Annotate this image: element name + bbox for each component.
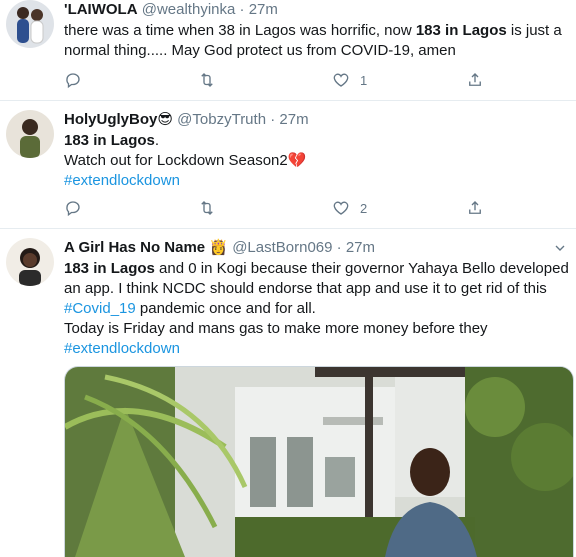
avatar[interactable] [6,0,54,48]
like-button[interactable]: 1 [332,68,367,92]
tweet-text-line: Today is Friday and mans gas to make mor… [64,320,488,337]
tweet-text-bold: 183 in Lagos [415,22,507,39]
separator: · [336,239,342,256]
share-button[interactable] [466,68,484,92]
tweet-text: there was a time when 38 in Lagos was ho… [64,21,570,61]
hashtag-link[interactable]: #extendlockdown [64,339,570,359]
like-icon [333,201,349,215]
tweet-text-part: . [154,132,160,149]
handle[interactable]: @TobzyTruth [177,111,266,128]
tweet-text: 183 in Lagos. Watch out for Lockdown Sea… [64,131,570,191]
retweet-icon [201,201,213,215]
reply-icon [66,73,80,89]
tweet-text-line: an app. I think NCDC should endorse that… [64,280,547,297]
display-name[interactable]: A Girl Has No Name [64,239,205,256]
tweet-text-part: pandemic once and for all. [135,300,316,317]
display-name[interactable]: 'LAIWOLA [64,1,138,18]
reply-button[interactable] [64,68,82,92]
retweet-button[interactable] [198,196,216,220]
like-button[interactable]: 2 [332,196,367,220]
handle[interactable]: @wealthyinka [142,1,236,18]
name-emoji: 👸 [209,239,229,256]
like-icon [333,73,349,87]
tweet-text-line: normal thing..... May God protect us fro… [64,42,456,59]
tweet-2[interactable]: HolyUglyBoy😎 @TobzyTruth · 27m 183 in La… [0,100,576,229]
hashtag-link[interactable]: #Covid_19 [64,300,136,317]
tweet-text-bold: 183 in Lagos [64,132,155,149]
reply-icon [66,201,80,217]
separator: · [239,1,245,18]
tweet-header: 'LAIWOLA @wealthyinka · 27m [64,0,278,20]
tweet-header: HolyUglyBoy😎 @TobzyTruth · 27m [64,110,309,130]
hashtag-link[interactable]: #extendlockdown [64,171,570,191]
tweet-text-part: is just a [506,22,562,39]
share-icon [469,73,481,86]
tweet-text-bold: 183 in Lagos [64,260,155,277]
reply-button[interactable] [64,196,82,220]
tweet-media-image[interactable] [64,366,574,557]
chevron-down-icon[interactable] [552,240,568,256]
avatar[interactable] [6,238,54,286]
display-name[interactable]: HolyUglyBoy [64,111,157,128]
like-count: 2 [360,200,368,216]
share-icon [469,201,481,214]
name-emoji: 😎 [157,111,173,128]
timestamp[interactable]: 27m [346,239,375,256]
timestamp[interactable]: 27m [249,1,278,18]
timestamp[interactable]: 27m [279,111,308,128]
tweet-text-part: there was a time when 38 in Lagos was ho… [64,22,416,39]
tweet-header: A Girl Has No Name 👸 @LastBorn069 · 27m [64,238,375,258]
tweet-text-part: Watch out for Lockdown Season2 [64,152,288,169]
handle[interactable]: @LastBorn069 [232,239,332,256]
separator: · [270,111,276,128]
retweet-icon [201,73,213,87]
tweet-text-part: and 0 in Kogi because their governor Yah… [154,260,569,277]
retweet-button[interactable] [198,68,216,92]
broken-heart-emoji: 💔 [287,152,307,169]
tweet-1[interactable]: 'LAIWOLA @wealthyinka · 27m there was a … [0,0,576,101]
tweet-actions: 2 [64,196,504,220]
share-button[interactable] [466,196,484,220]
tweet-text: 183 in Lagos and 0 in Kogi because their… [64,259,570,359]
tweet-actions: 1 [64,68,504,92]
like-count: 1 [360,72,368,88]
avatar[interactable] [6,110,54,158]
